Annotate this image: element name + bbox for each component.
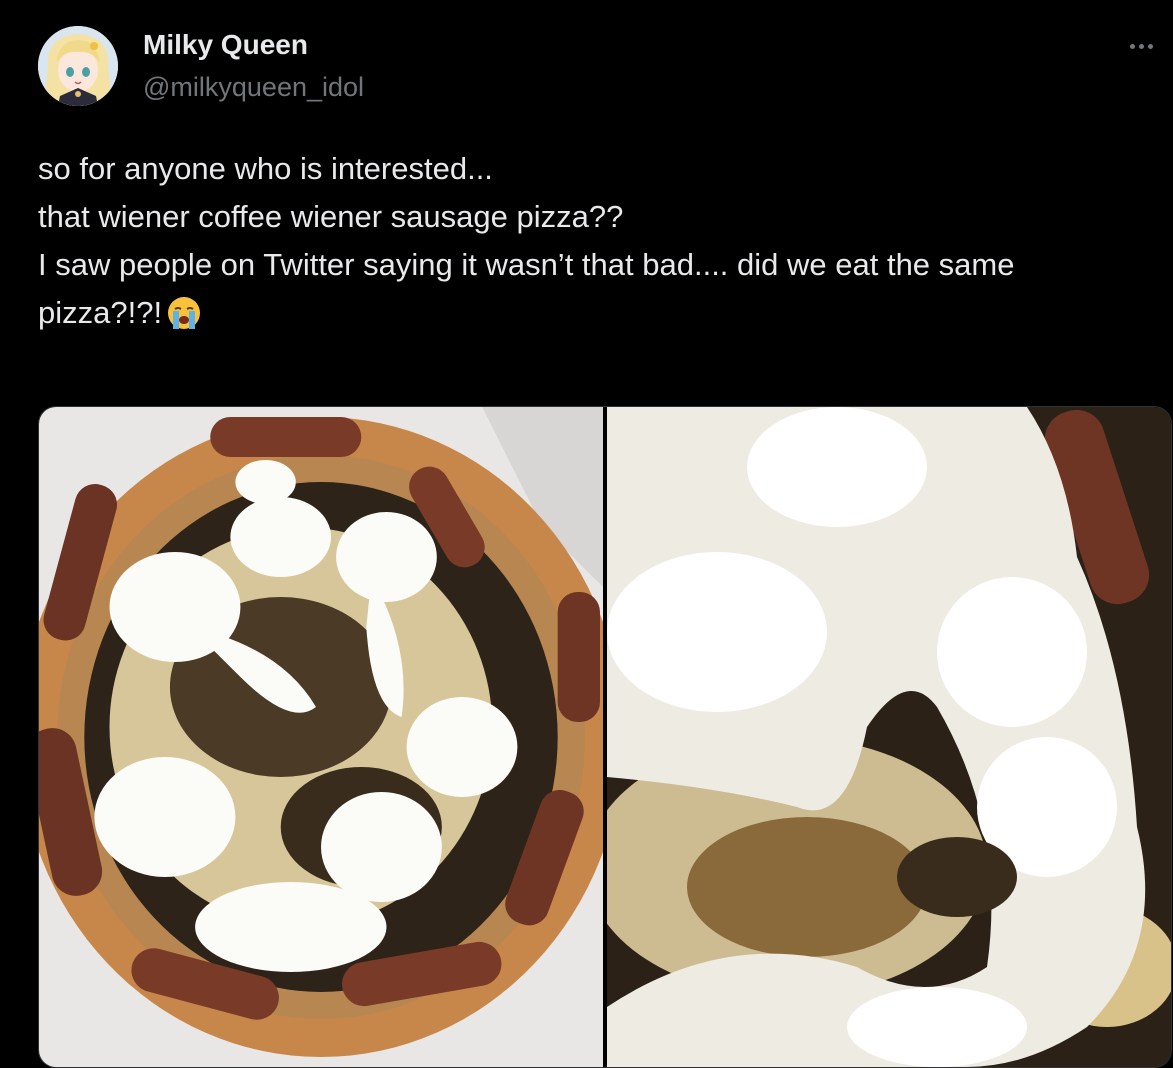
pizza-photo-icon	[607, 407, 1171, 1067]
post-line: so for anyone who is interested...	[38, 151, 493, 186]
post-text: so for anyone who is interested... that …	[38, 145, 1148, 345]
user-handle[interactable]: @milkyqueen_idol	[143, 72, 364, 103]
pizza-photo-icon	[39, 407, 603, 1067]
loudly-crying-face-icon	[166, 295, 202, 345]
avatar[interactable]	[38, 26, 118, 106]
post-line: I saw people on Twitter saying it wasn’t…	[38, 247, 1015, 282]
post-line-text: pizza?!?!	[38, 295, 163, 330]
post-line-last: pizza?!?!	[38, 289, 1148, 345]
post-media	[38, 406, 1172, 1068]
more-dot-icon	[1138, 43, 1144, 49]
post-line: that wiener coffee wiener sausage pizza?…	[38, 199, 624, 234]
display-name[interactable]: Milky Queen	[143, 29, 308, 61]
pizza-closeup-photo[interactable]	[607, 407, 1171, 1067]
more-dot-icon	[1147, 43, 1153, 49]
more-dot-icon	[1129, 43, 1135, 49]
more-options-button[interactable]	[1119, 28, 1163, 64]
pizza-whole-photo[interactable]	[39, 407, 603, 1067]
anime-girl-avatar-icon	[38, 26, 118, 106]
